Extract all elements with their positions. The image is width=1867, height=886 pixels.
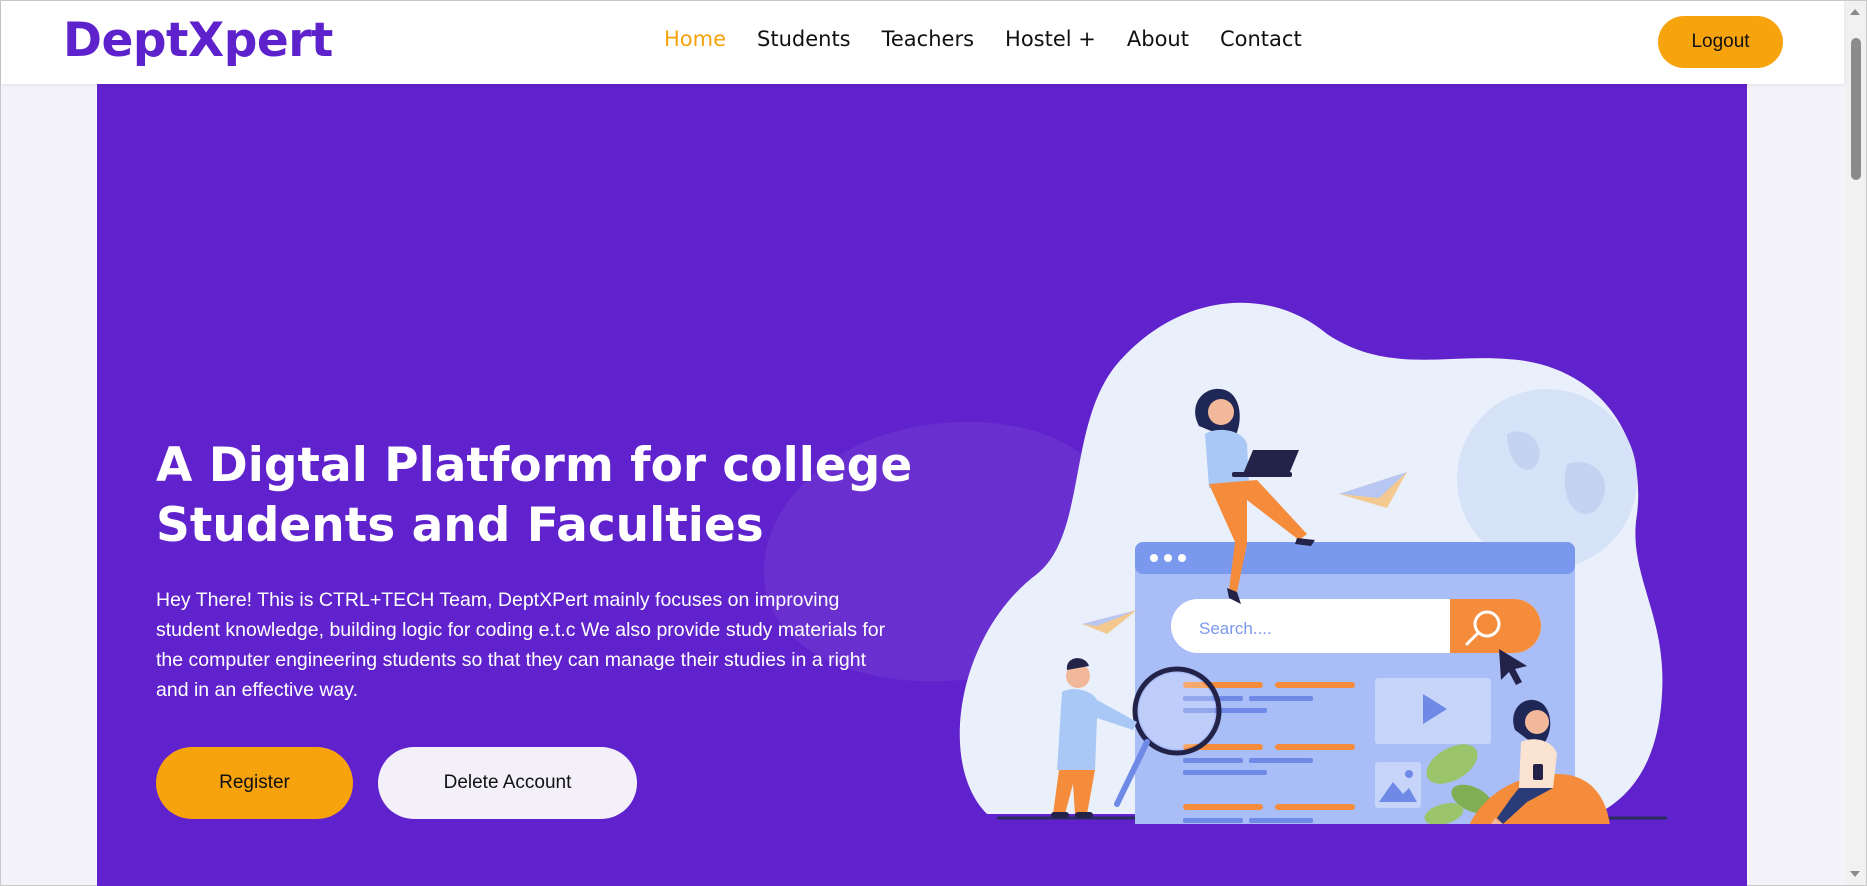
nav-students[interactable]: Students [757, 27, 851, 51]
nav-contact[interactable]: Contact [1220, 27, 1302, 51]
illustration-search-placeholder: Search.... [1199, 619, 1272, 638]
hero-title-line1: A Digtal Platform for college [156, 438, 913, 493]
hero-title: A Digtal Platform for college Students a… [156, 436, 916, 556]
hero-title-line2: Students and Faculties [156, 498, 764, 553]
hero-illustration: Search.... [959, 302, 1667, 824]
hero-section: A Digtal Platform for college Students a… [97, 84, 1747, 886]
scroll-thumb[interactable] [1851, 38, 1861, 180]
brand-logo[interactable]: DeptXpert [63, 13, 333, 68]
nav-home[interactable]: Home [664, 27, 726, 51]
nav-about[interactable]: About [1127, 27, 1189, 51]
page-scrollbar[interactable] [1845, 1, 1866, 885]
scroll-up-arrow-icon[interactable] [1850, 9, 1860, 15]
main-nav: Home Students Teachers Hostel + About Co… [664, 27, 1333, 51]
delete-account-button[interactable]: Delete Account [378, 747, 637, 819]
register-button[interactable]: Register [156, 747, 353, 819]
scroll-down-arrow-icon[interactable] [1850, 871, 1860, 877]
logout-button[interactable]: Logout [1658, 16, 1783, 68]
hero-description: Hey There! This is CTRL+TECH Team, DeptX… [156, 589, 886, 701]
nav-hostel-dropdown[interactable]: Hostel + [1005, 27, 1096, 51]
search-icon-bg [1450, 599, 1541, 653]
site-header: DeptXpert Home Students Teachers Hostel … [1, 1, 1844, 84]
nav-teachers[interactable]: Teachers [882, 27, 974, 51]
